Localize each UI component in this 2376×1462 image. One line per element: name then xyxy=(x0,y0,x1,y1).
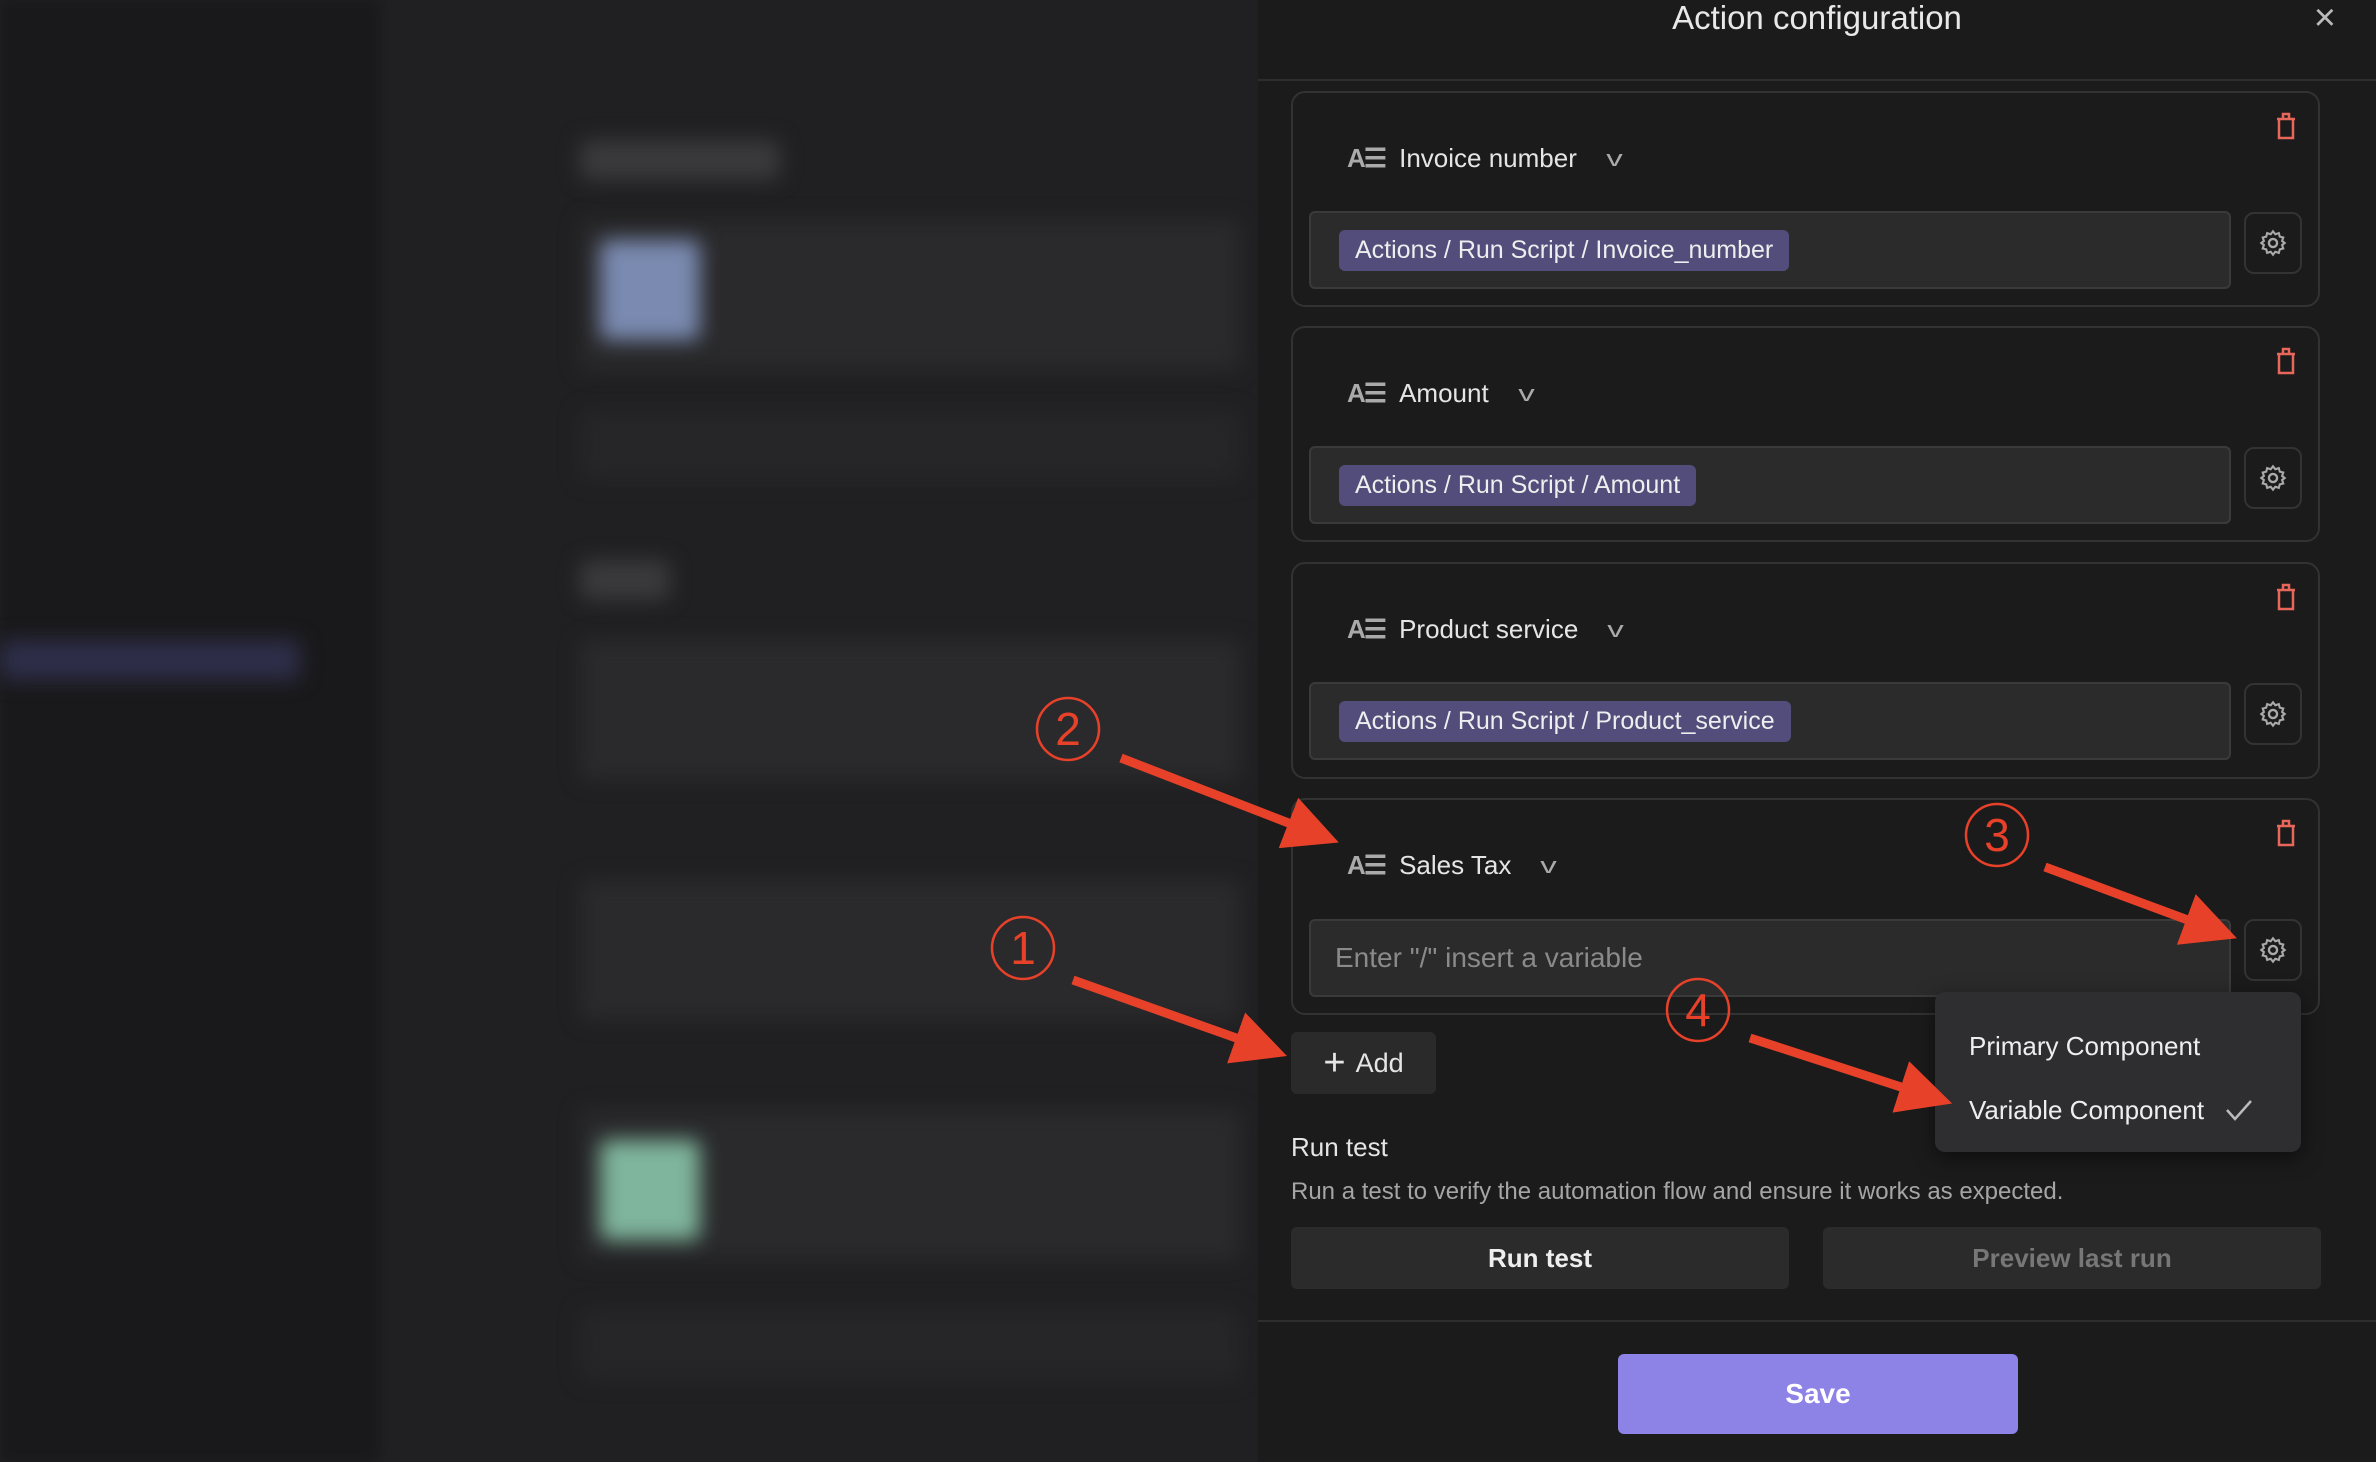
preview-last-run-button[interactable]: Preview last run xyxy=(1823,1227,2321,1289)
field-card-amount: A☰ Amount v Actions / Run Script / Amount xyxy=(1291,326,2320,542)
field-label: Product service xyxy=(1399,614,1579,644)
blurred-card xyxy=(580,880,1240,1020)
settings-button[interactable] xyxy=(2244,919,2302,981)
component-type-dropdown: Primary Component Variable Component xyxy=(1935,992,2301,1152)
blurred-background-app xyxy=(0,0,1258,1462)
variable-chip[interactable]: Actions / Run Script / Amount xyxy=(1339,464,1697,506)
run-test-description: Run a test to verify the automation flow… xyxy=(1291,1178,2064,1205)
field-label: Amount xyxy=(1399,378,1489,408)
settings-button[interactable] xyxy=(2244,212,2302,274)
run-test-title: Run test xyxy=(1291,1132,1388,1162)
menu-item-label: Variable Component xyxy=(1969,1094,2205,1125)
menu-item-variable-component[interactable]: Variable Component xyxy=(1935,1078,2301,1142)
plus-icon: + xyxy=(1323,1042,1346,1084)
input-placeholder: Enter "/" insert a variable xyxy=(1335,942,1643,973)
save-button[interactable]: Save xyxy=(1618,1354,2018,1434)
blurred-thumbnail xyxy=(600,240,700,340)
menu-item-label: Primary Component xyxy=(1969,1030,2201,1061)
gear-icon xyxy=(2259,464,2287,492)
blurred-selected-item xyxy=(0,640,300,680)
field-label: Sales Tax xyxy=(1399,850,1512,880)
text-type-icon: A☰ xyxy=(1347,850,1387,880)
trash-icon[interactable] xyxy=(2274,346,2298,376)
add-field-button[interactable]: + Add xyxy=(1291,1032,1436,1094)
trash-icon[interactable] xyxy=(2274,111,2298,141)
action-configuration-panel: Action configuration × A☰ Invoice number v… xyxy=(1258,0,2376,1462)
blurred-thumbnail xyxy=(600,1140,700,1240)
blurred-card xyxy=(580,1310,1240,1380)
gear-icon xyxy=(2259,936,2287,964)
trash-icon[interactable] xyxy=(2274,582,2298,612)
field-value-input[interactable]: Actions / Run Script / Amount xyxy=(1309,446,2231,524)
blurred-heading xyxy=(580,560,670,600)
field-type-selector[interactable]: A☰ Sales Tax v xyxy=(1347,850,1557,881)
variable-chip[interactable]: Actions / Run Script / Product_service xyxy=(1339,700,1791,742)
field-card-product-service: A☰ Product service v Actions / Run Script … xyxy=(1291,562,2320,779)
field-type-selector[interactable]: A☰ Product service v xyxy=(1347,614,1624,645)
blurred-heading xyxy=(580,140,780,180)
text-type-icon: A☰ xyxy=(1347,614,1387,644)
menu-item-primary-component[interactable]: Primary Component xyxy=(1935,1014,2301,1078)
trash-icon[interactable] xyxy=(2274,818,2298,848)
text-type-icon: A☰ xyxy=(1347,378,1387,408)
settings-button[interactable] xyxy=(2244,683,2302,745)
field-label: Invoice number xyxy=(1399,143,1577,173)
field-type-selector[interactable]: A☰ Amount v xyxy=(1347,378,1535,409)
header-divider xyxy=(1258,79,2376,81)
add-label: Add xyxy=(1355,1047,1404,1078)
chevron-down-icon: v xyxy=(1607,616,1625,642)
variable-chip[interactable]: Actions / Run Script / Invoice_number xyxy=(1339,229,1790,271)
chevron-down-icon: v xyxy=(1606,145,1623,171)
blurred-card xyxy=(580,410,1240,480)
field-card-invoice-number: A☰ Invoice number v Actions / Run Script /… xyxy=(1291,91,2320,307)
field-type-selector[interactable]: A☰ Invoice number v xyxy=(1347,143,1623,174)
checkmark-icon xyxy=(2226,1100,2253,1121)
gear-icon xyxy=(2259,700,2287,728)
field-card-sales-tax: A☰ Sales Tax v Enter "/" insert a variable xyxy=(1291,798,2320,1015)
field-value-input[interactable]: Actions / Run Script / Invoice_number xyxy=(1309,211,2231,289)
run-test-button[interactable]: Run test xyxy=(1291,1227,1789,1289)
field-value-input[interactable]: Actions / Run Script / Product_service xyxy=(1309,682,2231,760)
field-value-input[interactable]: Enter "/" insert a variable xyxy=(1309,919,2231,997)
blurred-sidebar xyxy=(0,0,379,1462)
chevron-down-icon: v xyxy=(1540,852,1558,878)
settings-button[interactable] xyxy=(2244,447,2302,509)
gear-icon xyxy=(2259,229,2287,257)
close-icon[interactable]: × xyxy=(2314,0,2336,37)
footer-divider xyxy=(1258,1320,2376,1322)
panel-title: Action configuration xyxy=(1672,0,1962,36)
chevron-down-icon: v xyxy=(1517,380,1535,406)
blurred-card xyxy=(580,640,1240,780)
text-type-icon: A☰ xyxy=(1347,143,1387,173)
